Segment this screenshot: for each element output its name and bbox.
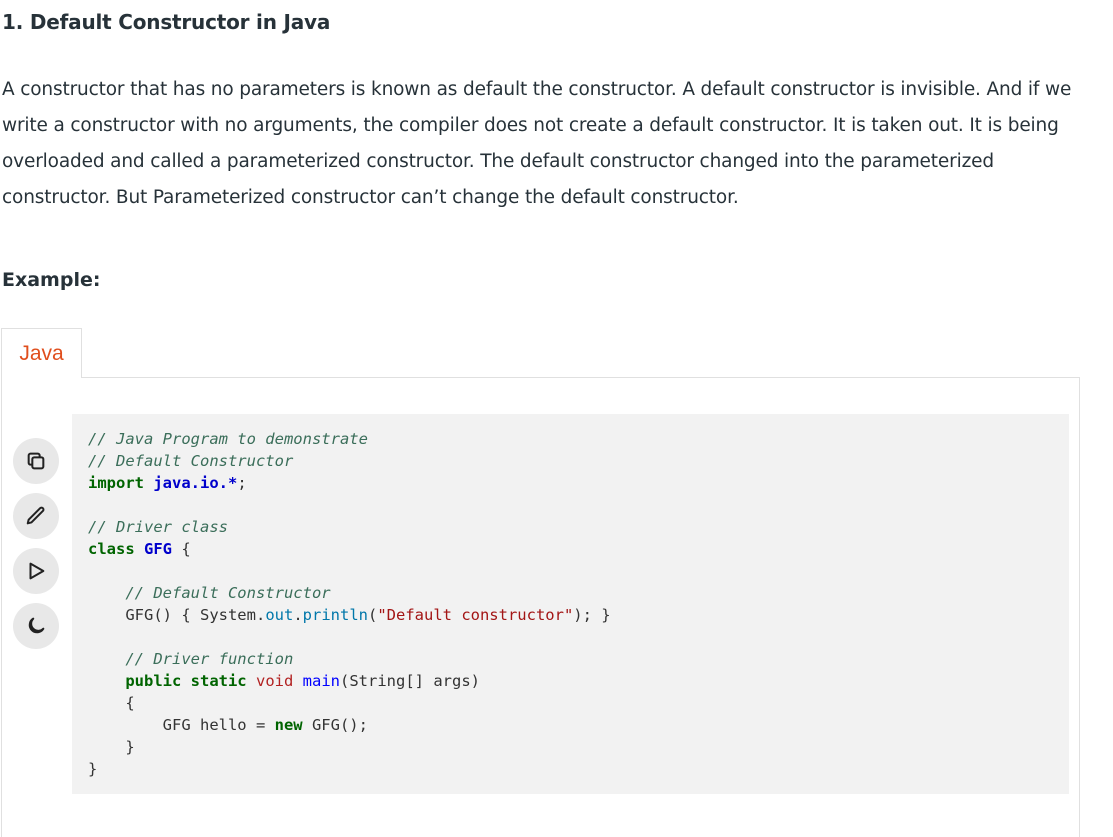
code-function: main: [302, 672, 340, 690]
dark-mode-button[interactable]: [13, 603, 59, 649]
tab-java[interactable]: Java: [1, 328, 82, 378]
section-heading: 1. Default Constructor in Java: [2, 10, 331, 34]
code-comment: // Default Constructor: [125, 584, 331, 602]
description-paragraph: A constructor that has no parameters is …: [2, 79, 1072, 208]
code-comment: // Java Program to demonstrate: [88, 430, 368, 448]
code-package: java.io.*: [153, 474, 238, 492]
code-text: GFG() { System.: [125, 606, 266, 624]
edit-button[interactable]: [13, 493, 59, 539]
code-type: void: [256, 672, 294, 690]
example-label: Example:: [2, 269, 101, 291]
code-text: .: [293, 606, 303, 624]
code-keyword: new: [274, 716, 303, 734]
code-text: ;: [237, 474, 247, 492]
code-class-name: GFG: [144, 540, 173, 558]
code-text: GFG hello =: [162, 716, 275, 734]
code-text: }: [88, 760, 98, 778]
code-method: println: [302, 606, 368, 624]
copy-button[interactable]: [13, 438, 59, 484]
run-button[interactable]: [13, 548, 59, 594]
run-icon: [29, 562, 45, 580]
code-string: "Default constructor": [377, 606, 574, 624]
code-text: GFG();: [302, 716, 368, 734]
code-comment: // Default Constructor: [88, 452, 294, 470]
edit-icon: [26, 506, 45, 525]
code-text: (: [367, 606, 378, 624]
code-box: // Java Program to demonstrate // Defaul…: [72, 414, 1069, 794]
code-text: (String[] args): [340, 672, 480, 690]
code-comment: // Driver function: [125, 650, 294, 668]
code-text: {: [125, 694, 135, 712]
code-text: ); }: [573, 606, 611, 624]
code-content[interactable]: // Java Program to demonstrate // Defaul…: [88, 428, 611, 780]
code-text: }: [125, 738, 135, 756]
code-comment: // Driver class: [88, 518, 228, 536]
code-member: out: [265, 606, 294, 624]
copy-icon: [27, 452, 45, 470]
code-text: {: [172, 540, 191, 558]
code-keyword: class: [88, 540, 135, 558]
code-keyword: public static: [125, 672, 247, 690]
dark-mode-icon: [28, 617, 45, 634]
code-keyword: import: [88, 474, 144, 492]
